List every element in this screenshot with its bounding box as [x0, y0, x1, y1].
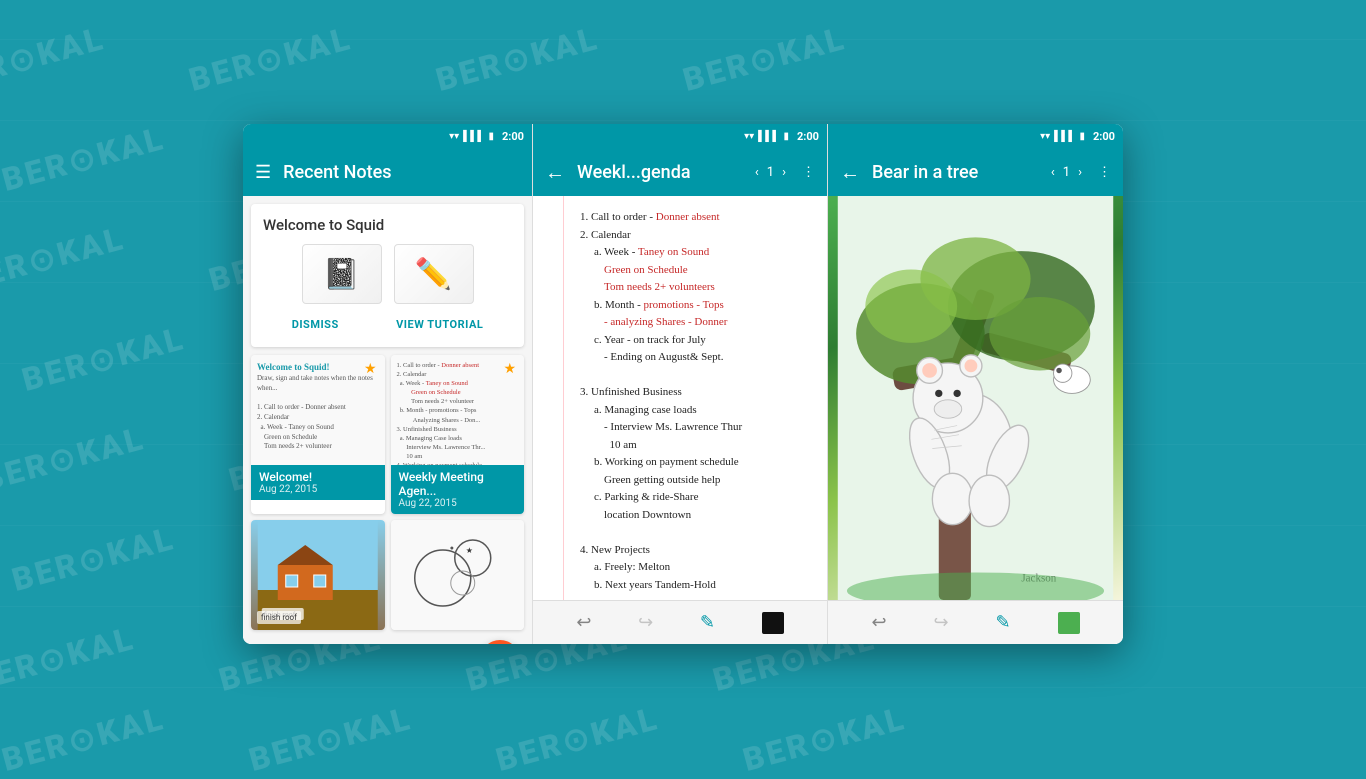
- wifi-icon-2: ▾▾: [744, 131, 754, 142]
- pencils-image: [394, 244, 474, 304]
- pen-button-3[interactable]: ✎: [995, 612, 1010, 633]
- more-options-icon-2[interactable]: ⋮: [802, 165, 815, 180]
- nav-controls-2: ‹ 1 › ⋮: [755, 165, 815, 180]
- dismiss-button[interactable]: DISMISS: [284, 314, 347, 335]
- menu-icon[interactable]: ☰: [255, 162, 271, 183]
- svg-text:finish roof: finish roof: [264, 611, 296, 619]
- bottom-toolbar-3: ↩ ↪ ✎: [828, 600, 1123, 644]
- note-card-weekly[interactable]: ★ 1. Call to order - Donner absent 2. Ca…: [391, 355, 525, 514]
- battery-icon-2: ▮: [783, 131, 789, 142]
- bottom-toolbar-2: ↩ ↪ ✎: [533, 600, 827, 644]
- screen2-title: Weekl...genda: [577, 162, 743, 183]
- battery-icon-3: ▮: [1079, 131, 1085, 142]
- welcome-card-images: [263, 244, 512, 304]
- note-date-welcome: Aug 22, 2015: [259, 484, 377, 495]
- color-swatch-2[interactable]: [762, 612, 784, 634]
- fab-add-button[interactable]: +: [480, 640, 520, 644]
- meeting-notes-text: 1. Call to order - Donner absent 2. Cale…: [545, 204, 815, 600]
- note-preview-welcome: ★ Welcome to Squid! Draw, sign and take …: [251, 355, 385, 465]
- back-icon-3[interactable]: ←: [840, 160, 860, 185]
- screen2-content: 1. Call to order - Donner absent 2. Cale…: [533, 196, 827, 600]
- screen1-title: Recent Notes: [283, 162, 520, 183]
- page-number-3: 1: [1063, 165, 1070, 180]
- notes-grid: ★ Welcome to Squid! Draw, sign and take …: [251, 355, 524, 630]
- app-bar-1: ☰ Recent Notes: [243, 148, 532, 196]
- pen-button-2[interactable]: ✎: [700, 612, 715, 633]
- note-preview-weekly: ★ 1. Call to order - Donner absent 2. Ca…: [391, 355, 525, 465]
- svg-text:★: ★: [465, 546, 472, 555]
- battery-icon: ▮: [488, 131, 494, 142]
- time-1: 2:00: [502, 130, 524, 143]
- wifi-icon: ▾▾: [449, 131, 459, 142]
- undo-button-2[interactable]: ↩: [576, 612, 591, 633]
- undo-button-3[interactable]: ↩: [871, 612, 886, 633]
- status-bar-1: ▾▾ ▌▌▌ ▮ 2:00: [243, 124, 532, 148]
- svg-text:●: ●: [449, 544, 453, 552]
- screen-bear: ▾▾ ▌▌▌ ▮ 2:00 ← Bear in a tree ‹ 1 › ⋮: [828, 124, 1123, 644]
- note-date-weekly: Aug 22, 2015: [399, 498, 517, 509]
- page-number-2: 1: [767, 165, 774, 180]
- next-page-icon-2[interactable]: ›: [782, 165, 786, 180]
- status-icons-1: ▾▾ ▌▌▌ ▮ 2:00: [449, 130, 524, 143]
- more-options-icon-3[interactable]: ⋮: [1098, 165, 1111, 180]
- wifi-icon-3: ▾▾: [1040, 131, 1050, 142]
- screenshots-container: ▾▾ ▌▌▌ ▮ 2:00 ☰ Recent Notes Welcome to …: [243, 124, 1123, 644]
- note-preview-sketch: ★ ●: [391, 520, 525, 630]
- status-bar-3: ▾▾ ▌▌▌ ▮ 2:00: [828, 124, 1123, 148]
- welcome-card-buttons: DISMISS VIEW TUTORIAL: [263, 314, 512, 335]
- status-bar-2: ▾▾ ▌▌▌ ▮ 2:00: [533, 124, 827, 148]
- star-icon-1: ★: [364, 361, 377, 377]
- note-title-welcome: Welcome!: [259, 470, 377, 484]
- redo-button-3[interactable]: ↪: [933, 612, 948, 633]
- next-page-icon-3[interactable]: ›: [1078, 165, 1082, 180]
- note-preview-photo: finish roof: [251, 520, 385, 630]
- welcome-card-title: Welcome to Squid: [263, 216, 512, 234]
- prev-page-icon-3[interactable]: ‹: [1051, 165, 1055, 180]
- note-card-photo[interactable]: finish roof: [251, 520, 385, 630]
- lined-paper: 1. Call to order - Donner absent 2. Cale…: [533, 196, 827, 600]
- signal-icon-3: ▌▌▌: [1054, 131, 1075, 142]
- screen3-content: Jackson: [828, 196, 1123, 600]
- back-icon-2[interactable]: ←: [545, 160, 565, 185]
- nav-controls-3: ‹ 1 › ⋮: [1051, 165, 1111, 180]
- notebook-image: [302, 244, 382, 304]
- note-card-welcome[interactable]: ★ Welcome to Squid! Draw, sign and take …: [251, 355, 385, 514]
- screen1-content: Welcome to Squid DISMISS VIEW TUTORIAL ★: [243, 196, 532, 644]
- note-card-sketch[interactable]: ★ ●: [391, 520, 525, 630]
- screen-weekly-meeting: ▾▾ ▌▌▌ ▮ 2:00 ← Weekl...genda ‹ 1 › ⋮ 1.…: [533, 124, 828, 644]
- status-icons-3: ▾▾ ▌▌▌ ▮ 2:00: [1040, 130, 1115, 143]
- screen3-title: Bear in a tree: [872, 162, 1039, 183]
- circle-sketch: ★ ●: [391, 520, 525, 630]
- signal-icon-2: ▌▌▌: [758, 131, 779, 142]
- status-icons-2: ▾▾ ▌▌▌ ▮ 2:00: [744, 130, 819, 143]
- note-info-welcome: Welcome! Aug 22, 2015: [251, 465, 385, 500]
- redo-button-2[interactable]: ↪: [638, 612, 653, 633]
- note-info-weekly: Weekly Meeting Agen... Aug 22, 2015: [391, 465, 525, 514]
- app-bar-3: ← Bear in a tree ‹ 1 › ⋮: [828, 148, 1123, 196]
- screen-recent-notes: ▾▾ ▌▌▌ ▮ 2:00 ☰ Recent Notes Welcome to …: [243, 124, 533, 644]
- welcome-card: Welcome to Squid DISMISS VIEW TUTORIAL: [251, 204, 524, 347]
- signal-icon: ▌▌▌: [463, 131, 484, 142]
- note-title-weekly: Weekly Meeting Agen...: [399, 470, 517, 498]
- color-swatch-3[interactable]: [1058, 612, 1080, 634]
- app-bar-2: ← Weekl...genda ‹ 1 › ⋮: [533, 148, 827, 196]
- time-3: 2:00: [1093, 130, 1115, 143]
- star-icon-2: ★: [503, 361, 516, 377]
- bear-illustration: Jackson: [828, 196, 1123, 600]
- prev-page-icon-2[interactable]: ‹: [755, 165, 759, 180]
- view-tutorial-button[interactable]: VIEW TUTORIAL: [388, 314, 491, 335]
- time-2: 2:00: [797, 130, 819, 143]
